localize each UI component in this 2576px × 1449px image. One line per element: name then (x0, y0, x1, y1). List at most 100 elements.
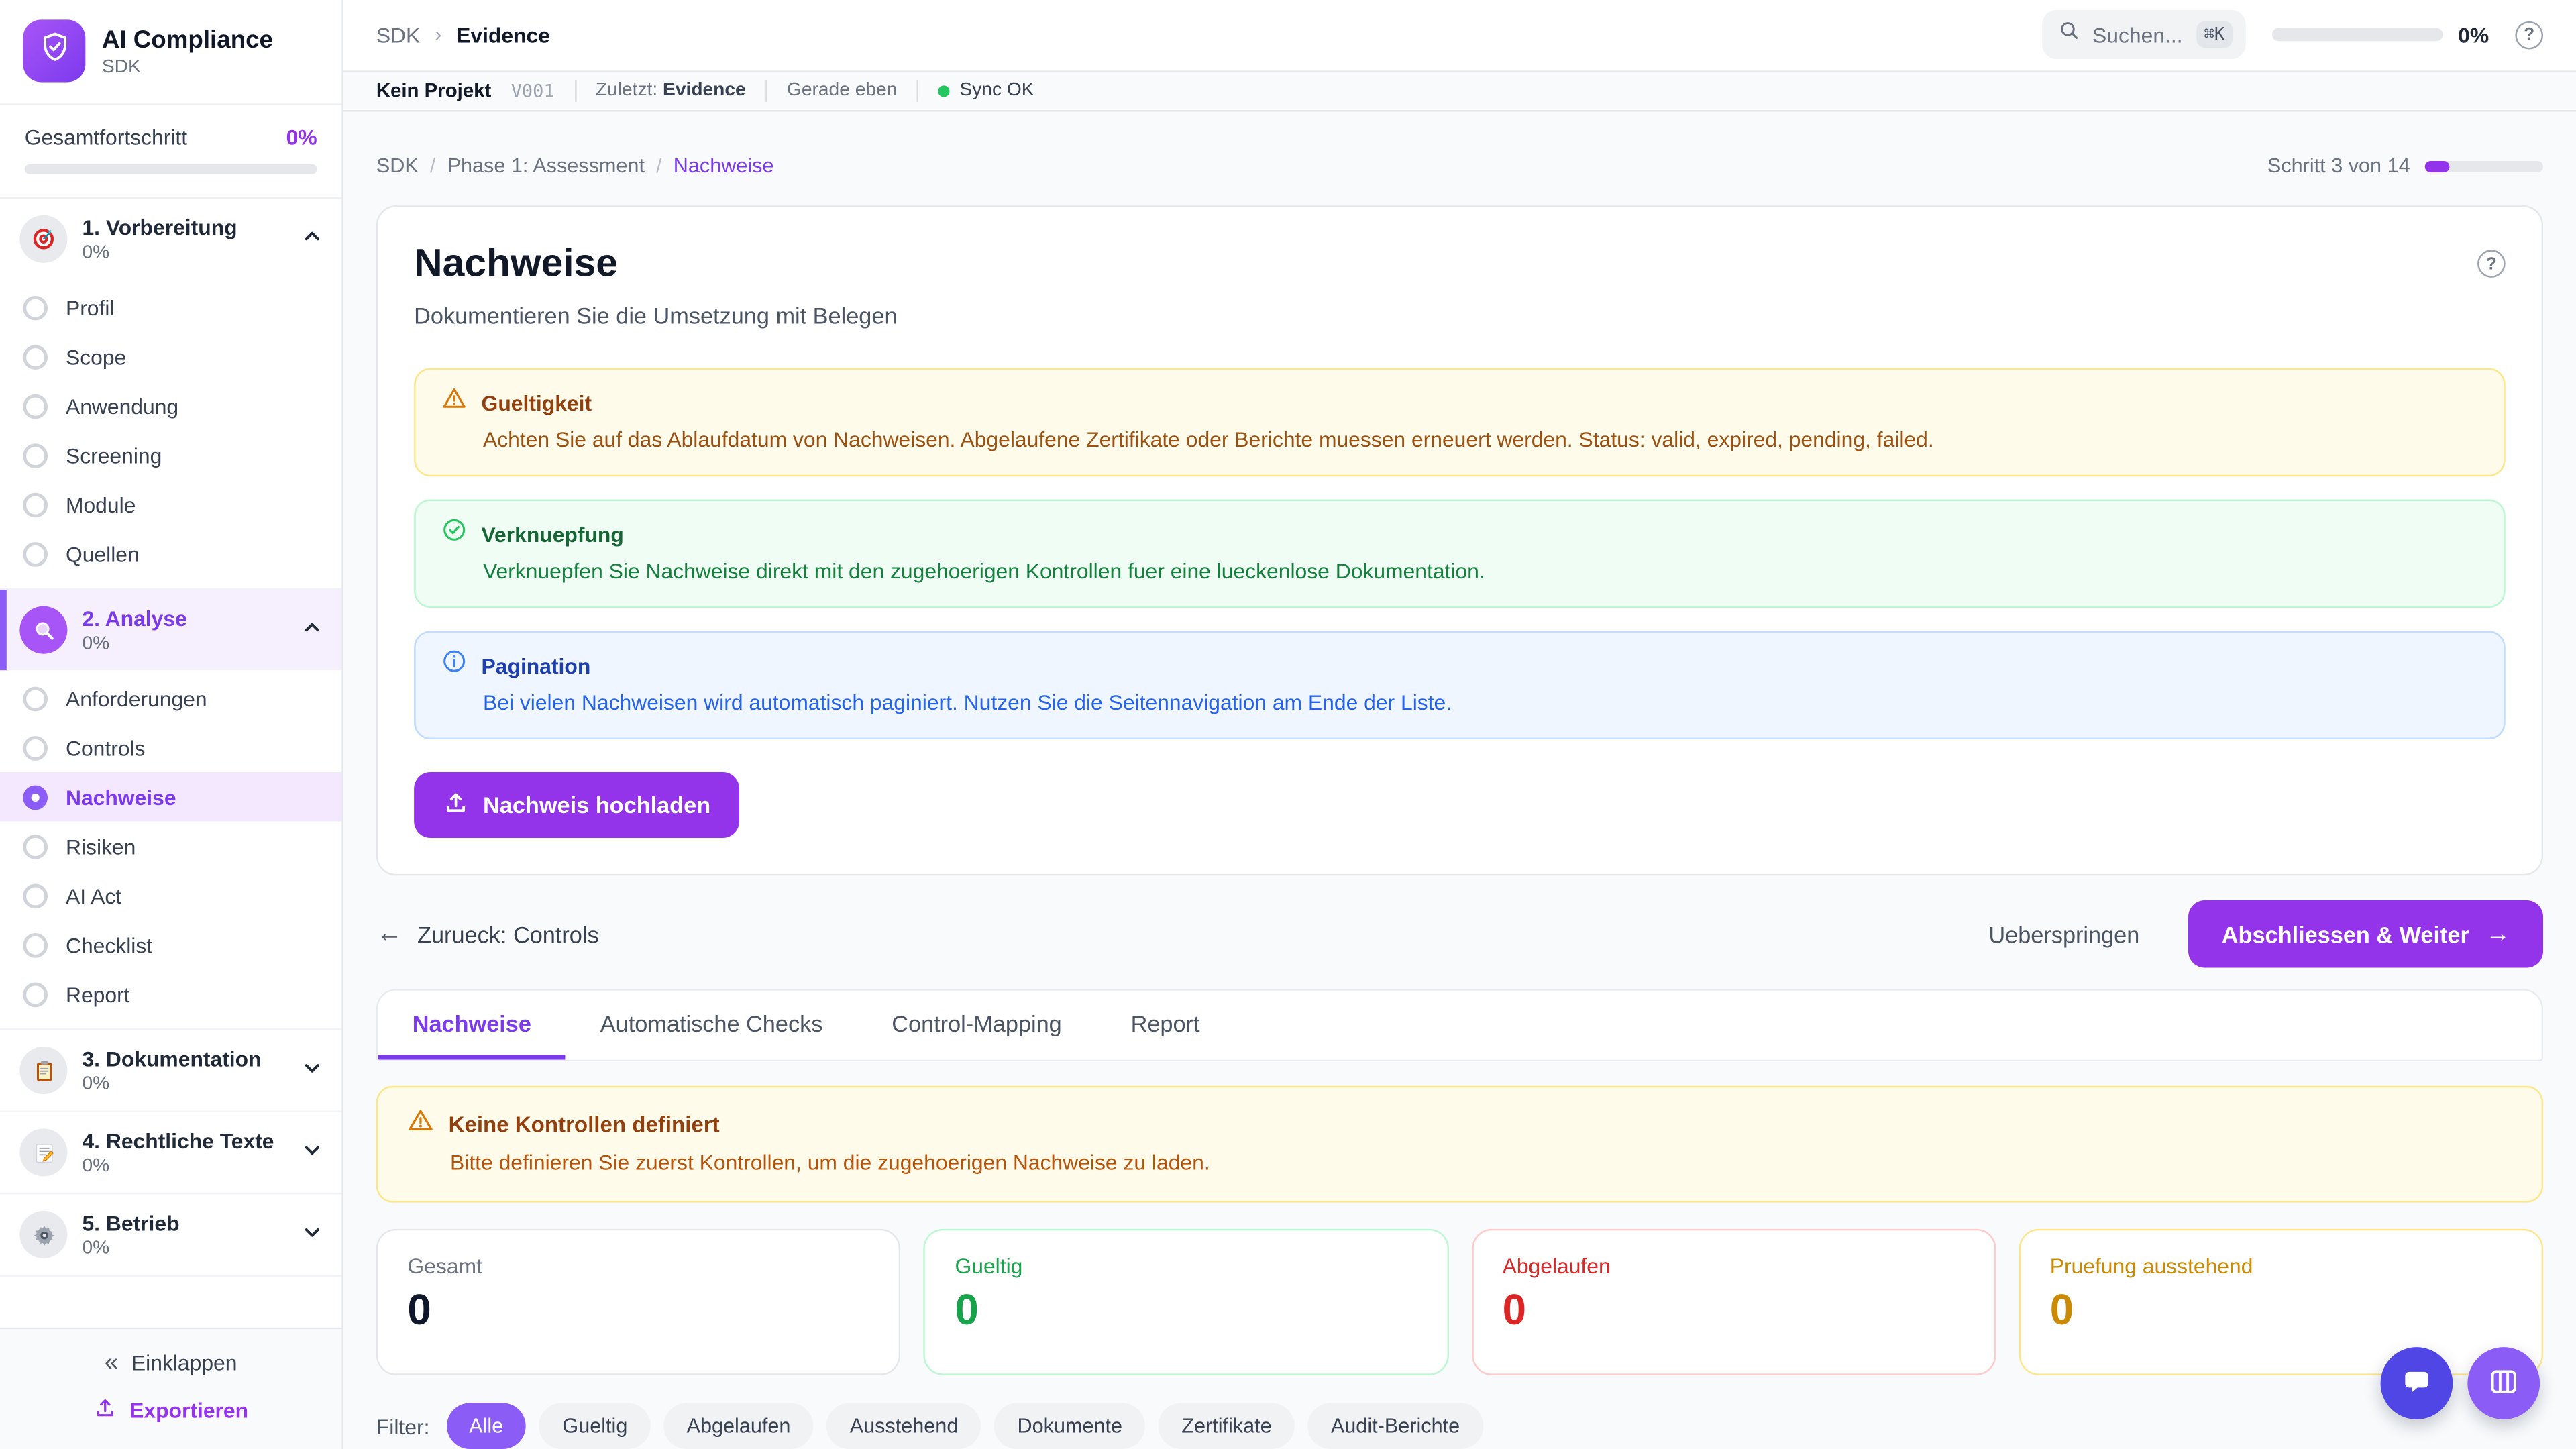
breadcrumb-current: Evidence (456, 23, 550, 48)
tab-control-mapping[interactable]: Control-Mapping (857, 991, 1096, 1060)
sidebar-item-profil[interactable]: Profil (0, 282, 341, 331)
breadcrumb-phase[interactable]: Phase 1: Assessment (447, 154, 645, 177)
help-icon[interactable]: ? (2515, 21, 2543, 49)
help-icon[interactable]: ? (2477, 250, 2506, 278)
chevron-down-icon (303, 1220, 322, 1249)
step-radio-icon (23, 981, 48, 1006)
phase-label: 1. Vorbereitung (82, 215, 287, 240)
phase-label: 3. Dokumentation (82, 1046, 287, 1071)
sync-status-label: Sync OK (959, 81, 1034, 101)
stat-label: Pruefung ausstehend (2050, 1254, 2512, 1279)
step-radio-icon (23, 686, 48, 710)
phase-percent: 0% (82, 1239, 287, 1258)
breadcrumb-sdk[interactable]: SDK (376, 154, 419, 177)
collapse-sidebar-button[interactable]: « Einklappen (23, 1347, 319, 1379)
page-subtitle: Dokumentieren Sie die Umsetzung mit Bele… (414, 303, 2506, 329)
search-input[interactable]: Suchen... ⌘K (2041, 10, 2246, 59)
back-to-controls-link[interactable]: ← Zurueck: Controls (376, 919, 599, 949)
step-radio-icon (23, 295, 48, 320)
infobox-body: Bei vielen Nachweisen wird automatisch p… (483, 688, 2477, 718)
phase-4-rechtliche-texte[interactable]: 4. Rechtliche Texte 0% (0, 1112, 341, 1193)
step-label: Schritt 3 von 14 (2267, 154, 2410, 177)
chevron-up-icon (303, 224, 322, 254)
page-breadcrumb: SDK / Phase 1: Assessment / Nachweise (376, 154, 774, 177)
tab-report[interactable]: Report (1096, 991, 1234, 1060)
filter-chip-dokumente[interactable]: Dokumente (994, 1403, 1145, 1449)
infobox-pagination: Pagination Bei vielen Nachweisen wird au… (414, 631, 2506, 739)
stat-value: 0 (955, 1285, 1417, 1334)
warning-triangle-icon (407, 1108, 433, 1142)
tab-bar: Nachweise Automatische Checks Control-Ma… (376, 989, 2543, 1061)
filter-chip-abgelaufen[interactable]: Abgelaufen (663, 1403, 814, 1449)
columns-icon (2487, 1364, 2520, 1402)
sidebar-item-checklist[interactable]: Checklist (0, 920, 341, 969)
breadcrumb-current: Nachweise (674, 154, 774, 177)
sidebar-item-screening[interactable]: Screening (0, 431, 341, 480)
search-placeholder: Suchen... (2092, 23, 2183, 48)
filter-chip-alle[interactable]: Alle (446, 1403, 527, 1449)
phase-3-dokumentation[interactable]: 3. Dokumentation 0% (0, 1030, 341, 1111)
step-radio-icon (23, 344, 48, 369)
last-saved-time: Gerade eben (787, 81, 897, 101)
export-button[interactable]: Exportieren (23, 1393, 319, 1428)
tab-automatische-checks[interactable]: Automatische Checks (566, 991, 857, 1060)
target-icon (19, 215, 67, 263)
arrow-left-icon: ← (376, 919, 402, 949)
topbar-progress: 0% (2272, 23, 2489, 48)
phase-2-analyse[interactable]: 2. Analyse 0% (0, 590, 341, 670)
filter-chip-gueltig[interactable]: Gueltig (539, 1403, 651, 1449)
sidebar-item-risiken[interactable]: Risiken (0, 821, 341, 870)
infobox-title: Pagination (482, 653, 591, 678)
filter-chip-audit-berichte[interactable]: Audit-Berichte (1308, 1403, 1483, 1449)
upload-evidence-button[interactable]: Nachweis hochladen (414, 772, 740, 838)
sidebar-item-report[interactable]: Report (0, 969, 341, 1018)
phase-label: 2. Analyse (82, 606, 287, 631)
infobox-title: Verknuepfung (482, 522, 624, 547)
overall-progress-bar (25, 164, 317, 174)
chat-fab-button[interactable] (2381, 1347, 2453, 1419)
sidebar-item-anwendung[interactable]: Anwendung (0, 381, 341, 430)
page-header-card: Nachweise Dokumentieren Sie die Umsetzun… (376, 205, 2543, 875)
shield-check-icon (37, 30, 71, 72)
step-radio-icon (23, 883, 48, 908)
filter-chip-zertifikate[interactable]: Zertifikate (1159, 1403, 1295, 1449)
step-radio-icon (23, 541, 48, 566)
sidebar-item-module[interactable]: Module (0, 480, 341, 529)
breadcrumb-separator: / (430, 154, 436, 177)
tab-nachweise[interactable]: Nachweise (378, 991, 566, 1060)
phase-percent: 0% (82, 634, 287, 653)
sidebar-item-ai-act[interactable]: AI Act (0, 871, 341, 920)
breadcrumb-root[interactable]: SDK (376, 23, 420, 48)
columns-fab-button[interactable] (2467, 1347, 2540, 1419)
upload-icon (443, 790, 468, 820)
sidebar-header: AI Compliance SDK (0, 0, 341, 105)
topbar-breadcrumb: SDK › Evidence (376, 23, 550, 48)
skip-button[interactable]: Ueberspringen (1979, 919, 2149, 949)
memo-pencil-icon (19, 1128, 67, 1176)
filter-chip-ausstehend[interactable]: Ausstehend (826, 1403, 981, 1449)
clipboard-icon (19, 1046, 67, 1094)
stat-value: 0 (2050, 1285, 2512, 1334)
double-chevron-left-icon: « (105, 1350, 118, 1375)
sidebar-item-nachweise[interactable]: Nachweise (0, 772, 341, 821)
app-root: AI Compliance SDK Gesamtfortschritt 0% 1… (0, 0, 2576, 1449)
breadcrumb-separator: / (656, 154, 662, 177)
sidebar-item-quellen[interactable]: Quellen (0, 529, 341, 578)
sidebar-item-controls[interactable]: Controls (0, 723, 341, 772)
chevron-down-icon (303, 1138, 322, 1167)
complete-and-next-button[interactable]: Abschliessen & Weiter → (2189, 900, 2543, 967)
overall-progress-value: 0% (286, 125, 317, 150)
phase-5-betrieb[interactable]: 5. Betrieb 0% (0, 1194, 341, 1275)
stat-value: 0 (407, 1285, 869, 1334)
arrow-right-icon: → (2485, 920, 2510, 948)
step-radio-icon (23, 932, 48, 957)
stat-label: Abgelaufen (1503, 1254, 1965, 1279)
stat-value: 0 (1503, 1285, 1965, 1334)
chevron-up-icon (303, 615, 322, 645)
divider (574, 80, 576, 101)
app-title: AI Compliance (102, 25, 273, 55)
sidebar-item-anforderungen[interactable]: Anforderungen (0, 674, 341, 722)
sidebar-item-scope[interactable]: Scope (0, 332, 341, 381)
phase-1-vorbereitung[interactable]: 1. Vorbereitung 0% (0, 199, 341, 279)
warning-body: Bitte definieren Sie zuerst Kontrollen, … (450, 1148, 2512, 1178)
